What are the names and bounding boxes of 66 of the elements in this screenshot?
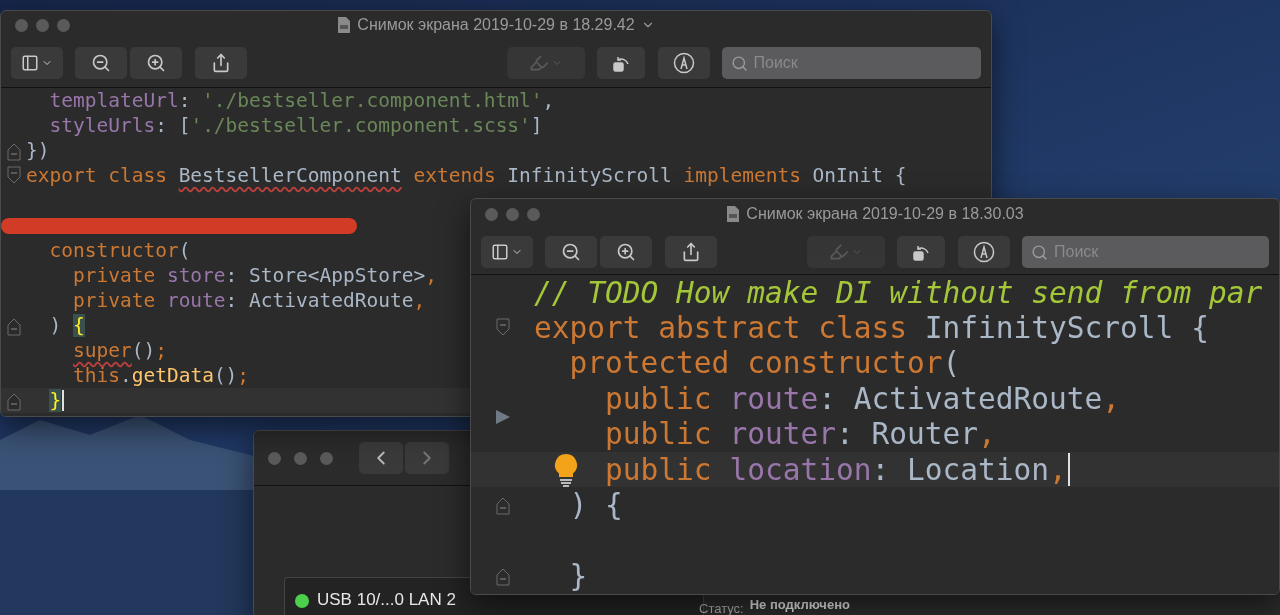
zoom-window-button[interactable] — [320, 451, 333, 465]
zoom-out-icon — [561, 241, 581, 262]
close-window-button[interactable] — [268, 451, 281, 465]
share-icon — [211, 53, 231, 73]
close-window-button[interactable] — [15, 18, 28, 32]
code-line: public location: Location, — [534, 452, 1070, 487]
code-line: public router: Router, — [604, 417, 996, 452]
zoom-in-button[interactable] — [600, 235, 652, 268]
share-button[interactable] — [665, 235, 717, 268]
zoom-window-button[interactable] — [527, 207, 540, 221]
zoom-out-button[interactable] — [545, 235, 597, 268]
fold-icon[interactable] — [495, 495, 510, 516]
code-line: super(); — [71, 339, 167, 362]
code-line: templateUrl: './bestseller.component.html', — [48, 89, 555, 112]
code-comment: // TODO How make DI without send from par — [534, 275, 1263, 310]
forward-button[interactable] — [405, 442, 449, 474]
document-icon — [726, 205, 741, 223]
code-line: private route: ActivatedRoute, — [71, 289, 426, 312]
highlighter-icon — [528, 53, 549, 73]
zoom-window-button[interactable] — [57, 18, 70, 32]
sidebar-icon — [21, 54, 39, 72]
code-line: ) { — [48, 314, 85, 337]
highlighter-icon — [829, 241, 849, 262]
zoom-out-icon — [91, 53, 111, 73]
back-button[interactable] — [359, 442, 403, 474]
share-icon — [681, 241, 701, 262]
search-icon — [1031, 243, 1048, 261]
code-line: }) — [26, 139, 50, 162]
document-icon — [337, 16, 352, 34]
minimize-window-button[interactable] — [506, 207, 519, 221]
code-line: export class BestsellerComponent extends InfinityScroll implements OnInit { — [26, 164, 907, 187]
code-line: private store: Store<AppStore>, — [71, 264, 437, 287]
markup-pen-icon — [672, 52, 695, 74]
window-title: Снимок экрана 2019-10-29 в 18.30.03 — [746, 205, 1024, 223]
rotate-button[interactable] — [897, 235, 945, 268]
search-icon — [730, 55, 748, 72]
sidebar-toggle-button[interactable] — [481, 235, 533, 268]
zoom-in-button[interactable] — [130, 47, 182, 79]
close-window-button[interactable] — [485, 207, 498, 221]
code-line: } — [568, 558, 588, 593]
zoom-out-button[interactable] — [75, 47, 127, 79]
code-line: ) { — [568, 488, 623, 523]
code-line: } — [26, 389, 65, 412]
rotate-button[interactable] — [596, 47, 645, 79]
sidebar-icon — [491, 242, 509, 261]
code-line: protected constructor( — [568, 346, 961, 381]
markup-pen-icon — [973, 240, 995, 263]
window-title: Снимок экрана 2019-10-29 в 18.29.42 — [357, 16, 635, 34]
code-line: export abstract class InfinityScroll { — [534, 311, 1209, 346]
code-line: public route: ActivatedRoute, — [604, 381, 1121, 416]
code-line: this.getData(); — [71, 364, 250, 387]
minimize-window-button[interactable] — [36, 18, 49, 32]
share-button[interactable] — [195, 47, 247, 79]
lightbulb-icon[interactable] — [553, 452, 579, 487]
markup-button[interactable] — [657, 47, 710, 79]
markup-button[interactable] — [958, 235, 1010, 268]
sidebar-toggle-button[interactable] — [11, 47, 63, 79]
code-line: constructor( — [48, 239, 191, 262]
fold-icon[interactable] — [6, 165, 21, 186]
code-line: styleUrls: ['./bestseller.component.scss'] — [48, 114, 543, 137]
status-label: Статус: — [699, 601, 744, 615]
zoom-in-icon — [146, 53, 166, 73]
status-value: Не подключено — [749, 597, 850, 613]
network-service-name[interactable]: USB 10/...0 LAN 2 — [317, 590, 456, 610]
minimize-window-button[interactable] — [294, 451, 307, 465]
zoom-in-icon — [616, 241, 636, 262]
